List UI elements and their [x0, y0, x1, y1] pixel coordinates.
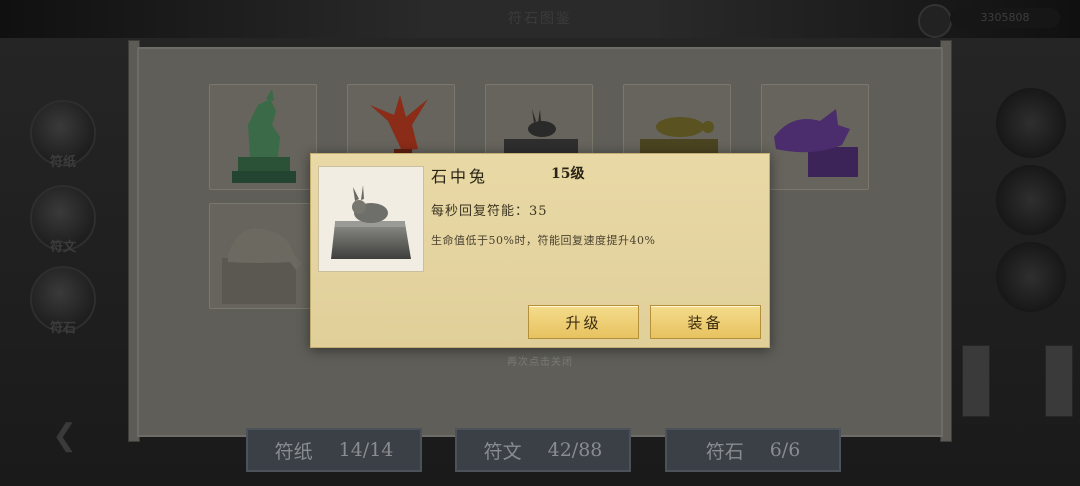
fox-seal-icon [774, 109, 858, 177]
seal-level: 15级 [551, 166, 585, 182]
tab-count: 42/88 [547, 439, 603, 461]
close-hint: 再次点击关闭 [507, 357, 573, 368]
back-arrow-icon[interactable]: ❮ [52, 418, 77, 453]
seal-slot-qilin[interactable] [209, 84, 317, 190]
seal-slot-fox[interactable] [761, 84, 869, 190]
tab-stone[interactable]: 符石 6/6 [665, 428, 841, 472]
character-portrait [996, 242, 1066, 312]
scroll-decoration [962, 345, 990, 417]
seal-name: 石中兔 [431, 167, 489, 186]
rabbit-seal-icon [331, 185, 411, 259]
seal-preview [318, 166, 424, 272]
tab-label: 符石 [705, 440, 744, 463]
character-portrait [996, 88, 1066, 158]
tab-count: 14/14 [338, 439, 394, 461]
tab-label: 符纸 [274, 440, 313, 463]
character-portrait [996, 165, 1066, 235]
emblem-icon [918, 4, 952, 38]
sidenav-item-stone[interactable]: 符石 [30, 266, 96, 336]
currency-counter: 3305808 [950, 8, 1060, 28]
tab-label: 符文 [483, 440, 522, 463]
tiger-seal-icon [222, 228, 302, 304]
sidenav-item-label: 符石 [49, 321, 76, 336]
sidenav-item-paper[interactable]: 符纸 [30, 100, 96, 170]
tab-count: 6/6 [769, 439, 801, 461]
page-title: 符石图鉴 [508, 11, 572, 27]
top-bar: 符石图鉴 3305808 [0, 0, 1080, 38]
tab-rune[interactable]: 符文 42/88 [455, 428, 631, 472]
seal-slot-tiger[interactable] [209, 203, 317, 309]
seal-stat: 每秒回复符能：35 [431, 204, 548, 219]
sidenav-item-label: 符纸 [49, 155, 76, 170]
sidenav-item-rune[interactable]: 符文 [30, 185, 96, 255]
game-screen: 符石图鉴 3305808 符纸 符文 符石 ❮ 再次点击关闭 符纸 14/14 … [0, 0, 1080, 486]
qilin-seal-icon [232, 89, 296, 183]
tab-paper[interactable]: 符纸 14/14 [246, 428, 422, 472]
sidenav-item-label: 符文 [49, 240, 76, 255]
seal-description: 生命值低于50%时，符能回复速度提升40% [431, 234, 656, 247]
upgrade-button[interactable]: 升级 [528, 305, 639, 339]
scroll-decoration [1045, 345, 1073, 417]
seal-detail-modal: 石中兔 15级 每秒回复符能：35 生命值低于50%时，符能回复速度提升40% … [310, 153, 770, 348]
equip-button[interactable]: 装备 [650, 305, 761, 339]
